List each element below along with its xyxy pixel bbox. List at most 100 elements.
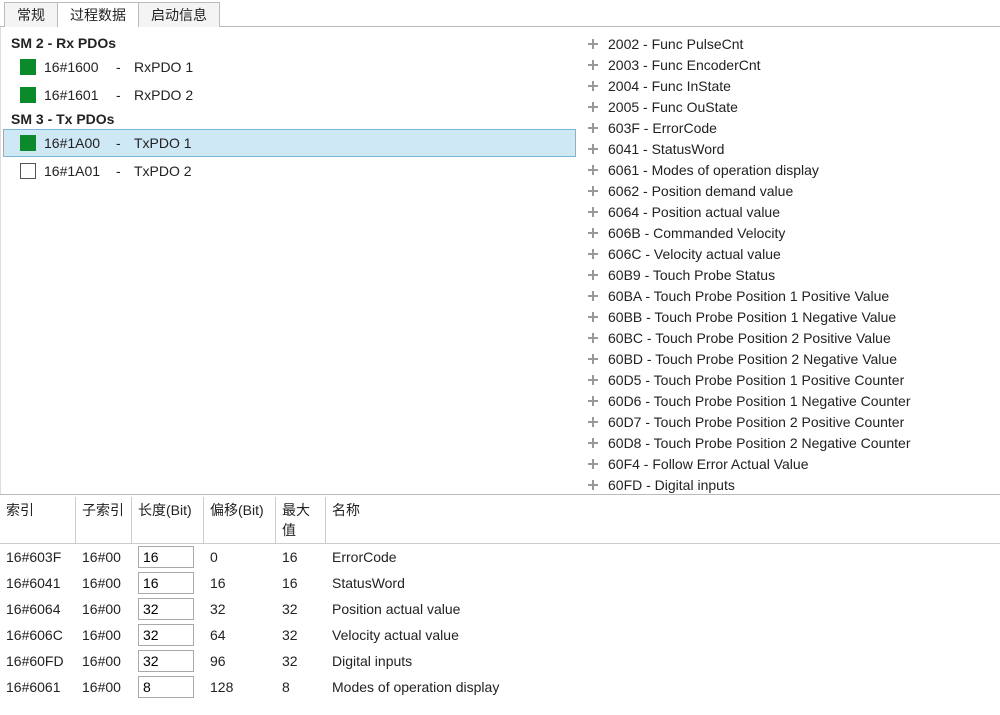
col-header-offset[interactable]: 偏移(Bit): [204, 497, 276, 543]
table-row[interactable]: 16#604116#001616StatusWord: [0, 570, 1000, 596]
cell-max: 16: [276, 548, 326, 566]
object-label: 2002 - Func PulseCnt: [608, 36, 743, 52]
expand-icon[interactable]: [588, 417, 598, 427]
table-row[interactable]: 16#606416#003232Position actual value: [0, 596, 1000, 622]
expand-icon[interactable]: [588, 396, 598, 406]
object-row[interactable]: 60BC - Touch Probe Position 2 Positive V…: [578, 327, 1000, 348]
object-row[interactable]: 6064 - Position actual value: [578, 201, 1000, 222]
object-label: 60B9 - Touch Probe Status: [608, 267, 775, 283]
cell-name: StatusWord: [326, 574, 1000, 592]
col-header-index[interactable]: 索引: [0, 497, 76, 543]
cell-max: 32: [276, 626, 326, 644]
pdo-checkbox-icon[interactable]: [20, 87, 36, 103]
cell-length: [132, 623, 204, 647]
object-row[interactable]: 2002 - Func PulseCnt: [578, 33, 1000, 54]
expand-icon[interactable]: [588, 270, 598, 280]
object-row[interactable]: 60BB - Touch Probe Position 1 Negative V…: [578, 306, 1000, 327]
cell-max: 8: [276, 678, 326, 696]
expand-icon[interactable]: [588, 207, 598, 217]
pdo-checkbox-icon[interactable]: [20, 163, 36, 179]
expand-icon[interactable]: [588, 144, 598, 154]
object-label: 60BC - Touch Probe Position 2 Positive V…: [608, 330, 891, 346]
tab-2[interactable]: 启动信息: [138, 2, 220, 27]
object-label: 60D6 - Touch Probe Position 1 Negative C…: [608, 393, 910, 409]
object-row[interactable]: 60F4 - Follow Error Actual Value: [578, 453, 1000, 474]
pdo-row[interactable]: 16#1A00-TxPDO 1: [3, 129, 576, 157]
object-row[interactable]: 60D7 - Touch Probe Position 2 Positive C…: [578, 411, 1000, 432]
col-header-subindex[interactable]: 子索引: [76, 497, 132, 543]
expand-icon[interactable]: [588, 354, 598, 364]
object-label: 60FD - Digital inputs: [608, 477, 735, 493]
object-label: 60BD - Touch Probe Position 2 Negative V…: [608, 351, 897, 367]
pdo-group-header: SM 2 - Rx PDOs: [1, 33, 578, 53]
object-label: 606B - Commanded Velocity: [608, 225, 785, 241]
object-row[interactable]: 606B - Commanded Velocity: [578, 222, 1000, 243]
object-row[interactable]: 2004 - Func InState: [578, 75, 1000, 96]
expand-icon[interactable]: [588, 249, 598, 259]
pdo-index: 16#1A01: [44, 163, 116, 179]
object-row[interactable]: 60B9 - Touch Probe Status: [578, 264, 1000, 285]
length-input[interactable]: [138, 676, 194, 698]
cell-index: 16#603F: [0, 548, 76, 566]
pdo-row[interactable]: 16#1A01-TxPDO 2: [1, 157, 578, 185]
object-row[interactable]: 60D5 - Touch Probe Position 1 Positive C…: [578, 369, 1000, 390]
object-label: 6062 - Position demand value: [608, 183, 793, 199]
col-header-length[interactable]: 长度(Bit): [132, 497, 204, 543]
col-header-name[interactable]: 名称: [326, 497, 1000, 543]
object-row[interactable]: 60FD - Digital inputs: [578, 474, 1000, 494]
expand-icon[interactable]: [588, 375, 598, 385]
expand-icon[interactable]: [588, 81, 598, 91]
object-row[interactable]: 6061 - Modes of operation display: [578, 159, 1000, 180]
table-row[interactable]: 16#603F16#00016ErrorCode: [0, 544, 1000, 570]
expand-icon[interactable]: [588, 123, 598, 133]
tab-1[interactable]: 过程数据: [57, 2, 139, 27]
pdo-checkbox-icon[interactable]: [20, 135, 36, 151]
pdo-checkbox-icon[interactable]: [20, 59, 36, 75]
cell-length: [132, 675, 204, 699]
main-area: SM 2 - Rx PDOs16#1600-RxPDO 116#1601-RxP…: [0, 27, 1000, 495]
cell-length: [132, 545, 204, 569]
expand-icon[interactable]: [588, 312, 598, 322]
object-row[interactable]: 60BD - Touch Probe Position 2 Negative V…: [578, 348, 1000, 369]
expand-icon[interactable]: [588, 438, 598, 448]
cell-offset: 64: [204, 626, 276, 644]
expand-icon[interactable]: [588, 165, 598, 175]
tab-0[interactable]: 常规: [4, 2, 58, 27]
pdo-name: TxPDO 2: [134, 163, 192, 179]
cell-name: ErrorCode: [326, 548, 1000, 566]
object-row[interactable]: 6041 - StatusWord: [578, 138, 1000, 159]
expand-icon[interactable]: [588, 186, 598, 196]
expand-icon[interactable]: [588, 102, 598, 112]
expand-icon[interactable]: [588, 459, 598, 469]
object-row[interactable]: 60D6 - Touch Probe Position 1 Negative C…: [578, 390, 1000, 411]
pdo-group-header: SM 3 - Tx PDOs: [1, 109, 578, 129]
expand-icon[interactable]: [588, 480, 598, 490]
object-row[interactable]: 606C - Velocity actual value: [578, 243, 1000, 264]
expand-icon[interactable]: [588, 60, 598, 70]
table-row[interactable]: 16#606C16#006432Velocity actual value: [0, 622, 1000, 648]
object-row[interactable]: 60D8 - Touch Probe Position 2 Negative C…: [578, 432, 1000, 453]
length-input[interactable]: [138, 546, 194, 568]
length-input[interactable]: [138, 624, 194, 646]
expand-icon[interactable]: [588, 228, 598, 238]
pdo-row[interactable]: 16#1601-RxPDO 2: [1, 81, 578, 109]
expand-icon[interactable]: [588, 333, 598, 343]
table-row[interactable]: 16#606116#001288Modes of operation displ…: [0, 674, 1000, 700]
object-row[interactable]: 60BA - Touch Probe Position 1 Positive V…: [578, 285, 1000, 306]
object-row[interactable]: 6062 - Position demand value: [578, 180, 1000, 201]
pdo-row[interactable]: 16#1600-RxPDO 1: [1, 53, 578, 81]
object-row[interactable]: 603F - ErrorCode: [578, 117, 1000, 138]
object-row[interactable]: 2003 - Func EncoderCnt: [578, 54, 1000, 75]
object-label: 2003 - Func EncoderCnt: [608, 57, 761, 73]
length-input[interactable]: [138, 650, 194, 672]
object-row[interactable]: 2005 - Func OuState: [578, 96, 1000, 117]
cell-subindex: 16#00: [76, 626, 132, 644]
object-label: 603F - ErrorCode: [608, 120, 717, 136]
expand-icon[interactable]: [588, 39, 598, 49]
expand-icon[interactable]: [588, 291, 598, 301]
table-row[interactable]: 16#60FD16#009632Digital inputs: [0, 648, 1000, 674]
length-input[interactable]: [138, 572, 194, 594]
length-input[interactable]: [138, 598, 194, 620]
col-header-max[interactable]: 最大值: [276, 497, 326, 543]
object-label: 60D5 - Touch Probe Position 1 Positive C…: [608, 372, 904, 388]
